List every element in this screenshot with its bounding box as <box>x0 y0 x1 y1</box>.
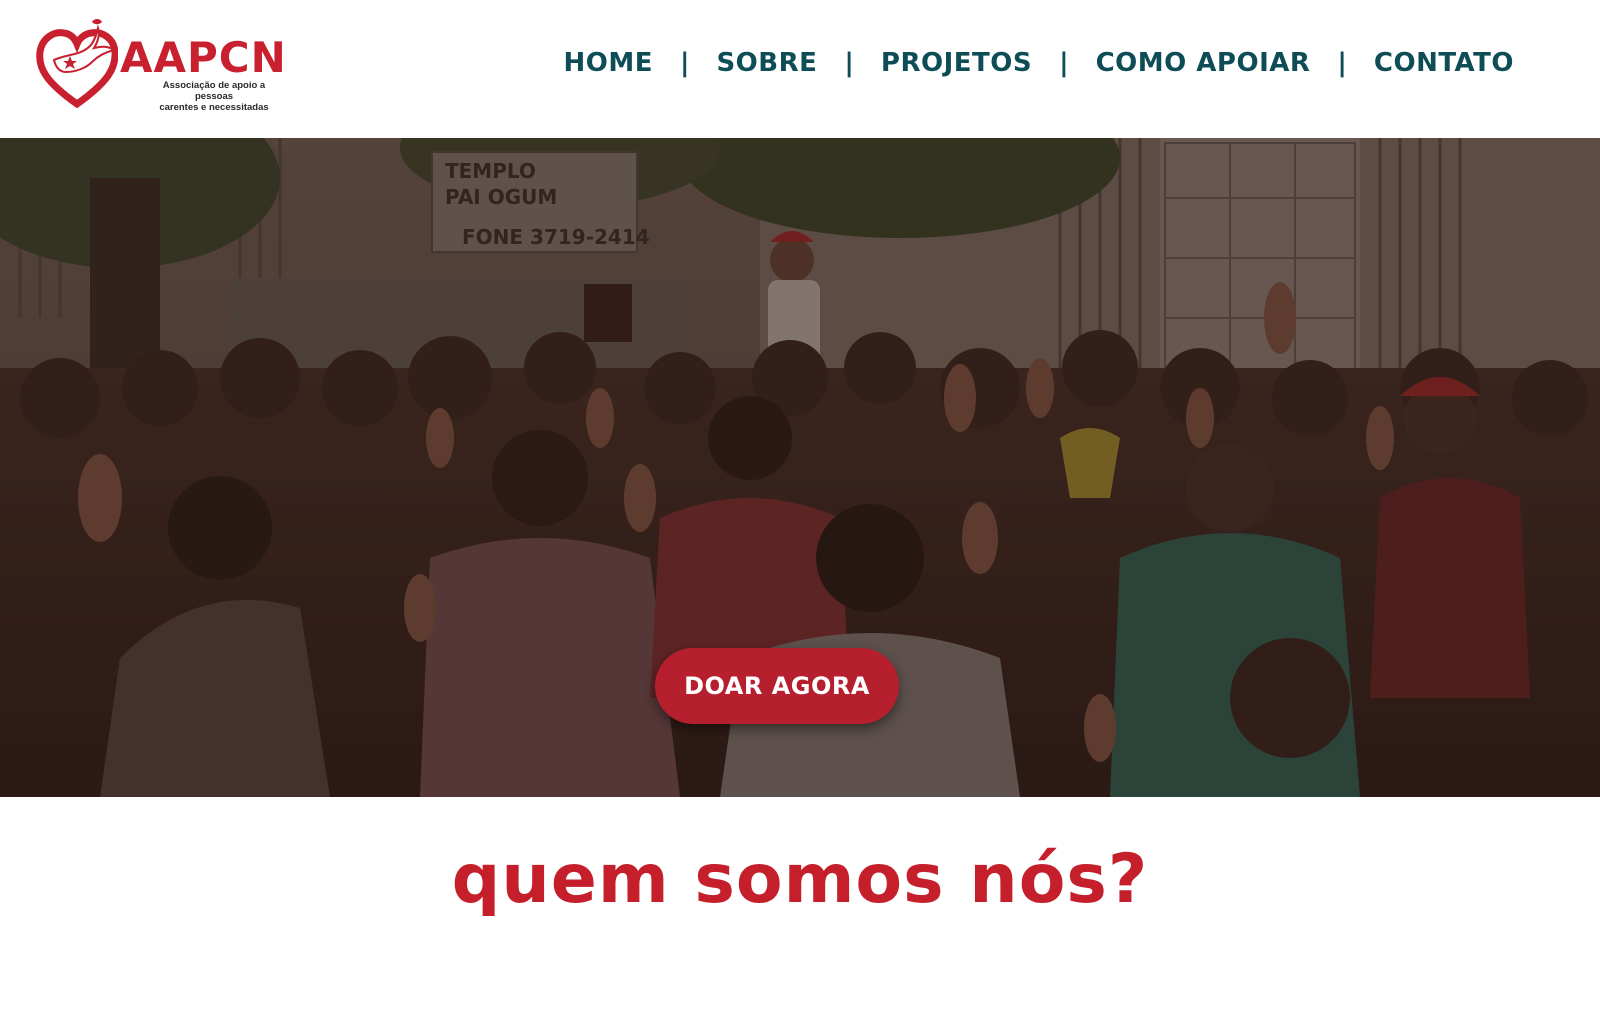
nav-separator: | <box>679 48 690 78</box>
nav-sobre[interactable]: SOBRE <box>716 48 817 78</box>
logo[interactable]: AAPCN Associação de apoio a pessoas care… <box>36 16 316 113</box>
logo-wordmark: AAPCN <box>120 33 287 82</box>
nav-projetos[interactable]: PROJETOS <box>881 48 1032 78</box>
nav-separator: | <box>844 48 854 78</box>
logo-tagline-line2: carentes e necessitadas <box>159 102 269 113</box>
heart-dove-logo-icon <box>36 19 118 108</box>
nav-como-apoiar[interactable]: COMO APOIAR <box>1096 48 1311 78</box>
site-header: AAPCN Associação de apoio a pessoas care… <box>0 0 1600 138</box>
donate-now-button[interactable]: DOAR AGORA <box>655 648 899 724</box>
main-nav: HOME | SOBRE | PROJETOS | COMO APOIAR | … <box>563 48 1514 78</box>
nav-home[interactable]: HOME <box>563 48 653 78</box>
about-section-title: quem somos nós? <box>451 840 1149 919</box>
logo-tagline-line1: Associação de apoio a pessoas <box>162 80 266 102</box>
logo-tagline: Associação de apoio a pessoas carentes e… <box>144 80 284 113</box>
nav-separator: | <box>1059 48 1069 78</box>
nav-contato[interactable]: CONTATO <box>1374 48 1514 78</box>
nav-separator: | <box>1337 48 1347 78</box>
